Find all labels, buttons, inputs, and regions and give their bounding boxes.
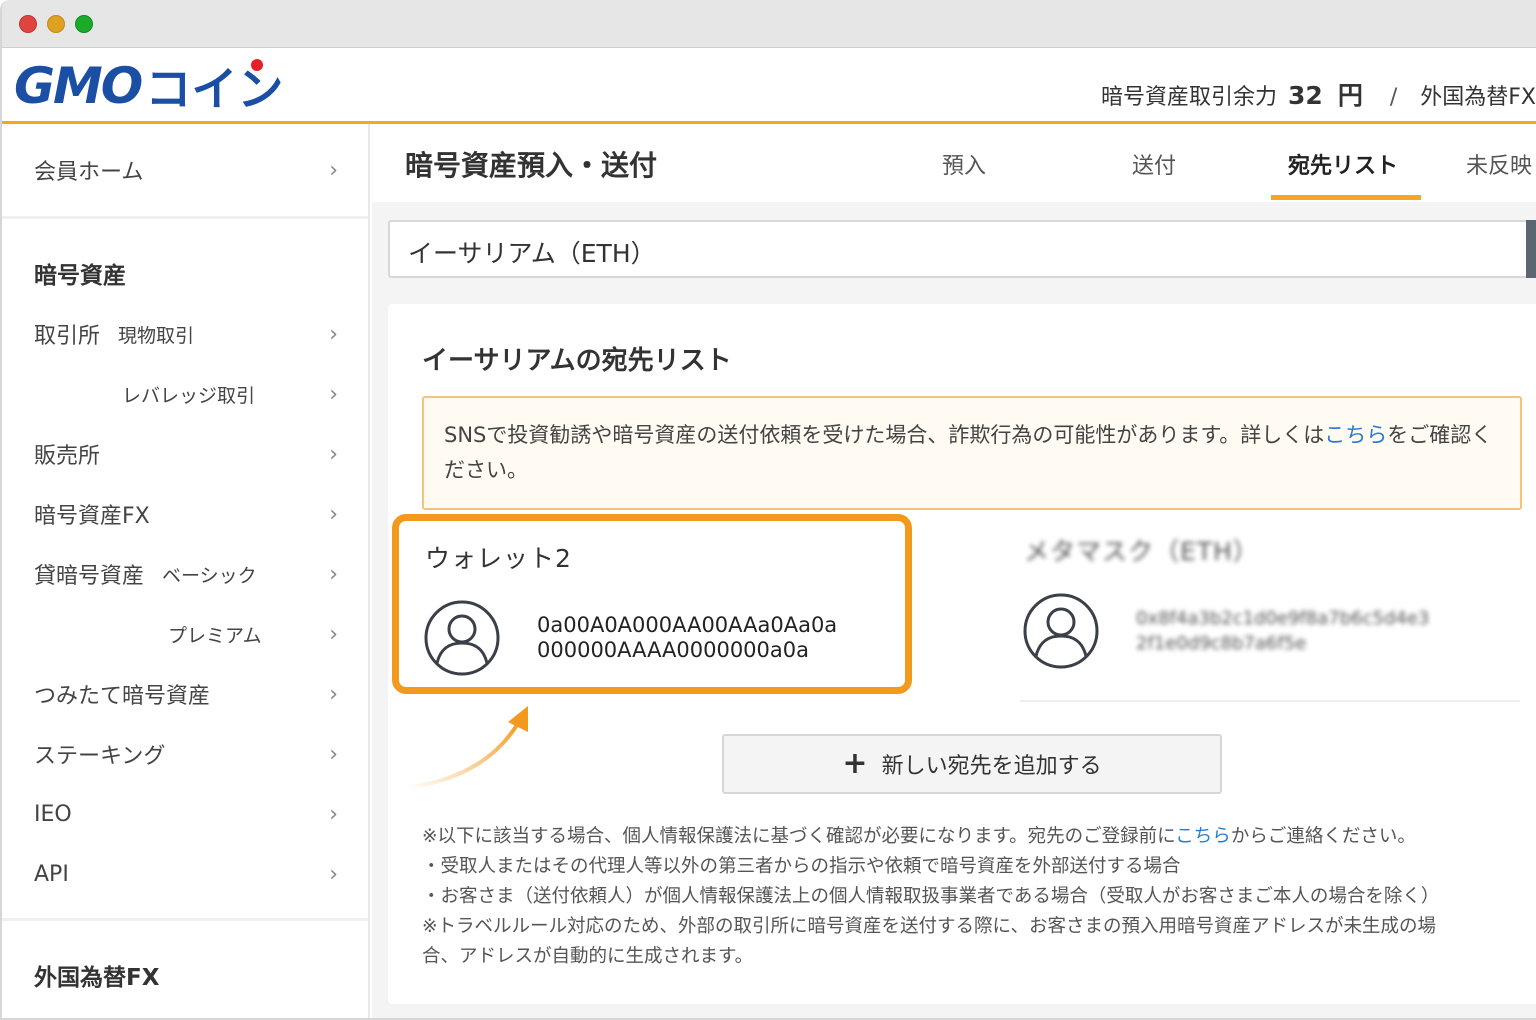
wallet-card[interactable]: メタマスク（ETH） 0x8f4a3b2c1d0e9f8a7b6c5d4e3 2… — [998, 514, 1518, 694]
gmo-coin-logo[interactable]: GMO コイン — [14, 57, 283, 116]
sidebar-item-lending-premium[interactable]: プレミアム › — [34, 614, 338, 654]
note-line: ・受取人またはその代理人等以外の第三者からの指示や依頼で暗号資産を外部送付する場… — [422, 856, 1181, 877]
wallet-card-highlighted[interactable]: ウォレット2 0a00A0A000AA00AAa0Aa0a 000000AAAA… — [392, 514, 912, 694]
chevron-right-icon: › — [329, 502, 338, 527]
notes-section: ※以下に該当する場合、個人情報保護法に基づく確認が必要になります。宛先のご登録前… — [422, 822, 1532, 972]
sidebar-item-tsumitate[interactable]: つみたて暗号資産 › — [34, 674, 338, 714]
pointer-arrow-icon — [405, 706, 528, 790]
chevron-right-icon: › — [329, 742, 338, 767]
sidebar-item-crypto-fx[interactable]: 暗号資産FX › — [34, 494, 338, 534]
sidebar-item-label: IEO — [34, 801, 72, 827]
chevron-right-icon: › — [329, 802, 338, 827]
sidebar-item-lending-basic[interactable]: 貸暗号資産 ベーシック › — [34, 554, 338, 594]
wallet-name: ウォレット2 — [425, 544, 572, 573]
note-link[interactable]: こちら — [1175, 826, 1231, 847]
sidebar-item-member-home[interactable]: 会員ホーム › — [34, 150, 338, 190]
chevron-right-icon: › — [329, 442, 338, 467]
balance-separator: / — [1389, 85, 1398, 110]
minimize-window-button[interactable] — [47, 15, 65, 33]
sidebar-item-exchange-leverage[interactable]: レバレッジ取引 › — [34, 374, 338, 414]
balance-value: 32 — [1288, 81, 1323, 110]
notice-link[interactable]: こちら — [1324, 423, 1387, 447]
sidebar-item-label: ステーキング — [34, 744, 166, 769]
chevron-right-icon: › — [329, 622, 338, 647]
sidebar-item-label: 会員ホーム — [34, 160, 144, 185]
tab-address-list[interactable]: 宛先リスト — [1288, 148, 1398, 180]
address-list-title: イーサリアムの宛先リスト — [422, 346, 732, 376]
sidebar-subitem-label: ベーシック — [162, 564, 257, 587]
tab-deposit[interactable]: 預入 — [942, 148, 986, 180]
chevron-right-icon: › — [329, 562, 338, 587]
sidebar-item-staking[interactable]: ステーキング › — [34, 734, 338, 774]
sidebar-subitem-label: 現物取引 — [118, 324, 195, 347]
sidebar-heading-crypto: 暗号資産 — [34, 263, 126, 289]
sidebar-item-label: 貸暗号資産 — [34, 564, 145, 589]
site-header: GMO コイン 暗号資産取引余力 32 円 / 外国為替FX — [2, 48, 1536, 124]
logo-coin-label: コイン — [145, 62, 284, 116]
chevron-right-icon: › — [329, 862, 338, 887]
chevron-right-icon: › — [329, 682, 338, 707]
chevron-right-icon: › — [329, 158, 338, 183]
user-avatar-icon — [424, 600, 500, 676]
sidebar-divider — [2, 918, 368, 921]
browser-window: GMO コイン 暗号資産取引余力 32 円 / 外国為替FX 会員ホーム › 暗… — [0, 0, 1536, 1020]
page-topbar: 暗号資産預入・送付 預入 送付 宛先リスト 未反映 — [372, 124, 1536, 202]
title-bar — [2, 0, 1536, 48]
sidebar-item-ieo[interactable]: IEO › — [34, 794, 338, 834]
wallet-name: メタマスク（ETH） — [1024, 537, 1259, 566]
sidebar-subitem-label: レバレッジ取引 — [122, 384, 256, 407]
wallet-address: 0x8f4a3b2c1d0e9f8a7b6c5d4e3 2f1e0d9c8b7a… — [1136, 606, 1429, 656]
address-list-card: イーサリアムの宛先リスト SNSで投資勧誘や暗号資産の送付依頼を受けた場合、詐欺… — [388, 304, 1536, 1004]
tab-unreflected[interactable]: 未反映 — [1466, 148, 1532, 180]
sidebar-item-label: つみたて暗号資産 — [34, 684, 211, 709]
sidebar-item-label: 暗号資産FX — [34, 504, 150, 529]
note-line: ※以下に該当する場合、個人情報保護法に基づく確認が必要になります。宛先のご登録前… — [422, 822, 1532, 852]
balance-label: 暗号資産取引余力 — [1101, 85, 1278, 110]
note-line: 合、アドレスが自動的に生成されます。 — [422, 946, 754, 967]
chevron-right-icon: › — [329, 322, 338, 347]
notice-text: SNSで投資勧誘や暗号資産の送付依頼を受けた場合、詐欺行為の可能性があります。詳… — [444, 423, 1325, 447]
wallet-address-line: 000000AAAA0000000a0a — [537, 638, 810, 662]
note-line: ・お客さま（送付依頼人）が個人情報保護法上の個人情報取扱事業者である場合（受取人… — [422, 886, 1440, 907]
sidebar-item-sales[interactable]: 販売所 › — [34, 434, 338, 474]
sidebar-item-exchange-spot[interactable]: 取引所 現物取引 › — [34, 314, 338, 354]
fx-balance-label[interactable]: 外国為替FX — [1420, 85, 1536, 110]
add-address-label: 新しい宛先を追加する — [881, 754, 1102, 779]
sidebar-item-label: 取引所 — [34, 324, 101, 349]
sidebar-heading-fx: 外国為替FX — [34, 965, 160, 991]
wallet-address-line: 2f1e0d9c8b7a6f5e — [1136, 633, 1307, 654]
add-address-button[interactable]: + 新しい宛先を追加する — [722, 734, 1222, 794]
sidebar-item-api[interactable]: API › — [34, 854, 338, 894]
sidebar-item-label: 販売所 — [34, 444, 101, 469]
sidebar-item-label: API — [34, 861, 69, 887]
tab-send[interactable]: 送付 — [1132, 148, 1176, 180]
wallet-divider — [1020, 700, 1520, 702]
logo-coin-text: コイン — [145, 53, 283, 119]
logo-gmo-text: GMO — [14, 57, 143, 115]
sidebar-nav: 会員ホーム › 暗号資産 取引所 現物取引 › レバレッジ取引 › 販売所 › … — [2, 124, 370, 1018]
wallet-address-line: 0x8f4a3b2c1d0e9f8a7b6c5d4e3 — [1136, 608, 1430, 629]
note-line: ※トラベルルール対応のため、外部の取引所に暗号資産を送付する際に、お客さまの預入… — [422, 916, 1436, 937]
wallet-address-line: 0a00A0A000AA00AAa0Aa0a — [537, 613, 838, 637]
user-avatar-icon — [1023, 593, 1099, 669]
dropdown-arrow-icon[interactable] — [1526, 220, 1536, 278]
fraud-warning-notice: SNSで投資勧誘や暗号資産の送付依頼を受けた場合、詐欺行為の可能性があります。詳… — [422, 396, 1522, 510]
sidebar-divider — [2, 216, 368, 219]
note-text: ※以下に該当する場合、個人情報保護法に基づく確認が必要になります。宛先のご登録前… — [422, 826, 1176, 847]
active-tab-indicator — [1271, 195, 1421, 200]
balance-unit: 円 — [1337, 81, 1363, 110]
currency-select[interactable]: イーサリアム（ETH） — [388, 220, 1536, 278]
wallet-address: 0a00A0A000AA00AAa0Aa0a 000000AAAA0000000… — [537, 613, 837, 663]
close-window-button[interactable] — [19, 15, 37, 33]
plus-icon: + — [842, 746, 868, 781]
note-text: からご連絡ください。 — [1230, 826, 1416, 847]
main-content: 暗号資産預入・送付 預入 送付 宛先リスト 未反映 イーサリアム（ETH） イー… — [372, 124, 1536, 1018]
chevron-right-icon: › — [329, 382, 338, 407]
page-title: 暗号資産預入・送付 — [405, 149, 658, 182]
currency-select-value: イーサリアム（ETH） — [408, 239, 656, 268]
sidebar-subitem-label: プレミアム — [168, 624, 262, 647]
balance-summary: 暗号資産取引余力 32 円 / 外国為替FX — [1101, 76, 1536, 112]
maximize-window-button[interactable] — [75, 15, 93, 33]
